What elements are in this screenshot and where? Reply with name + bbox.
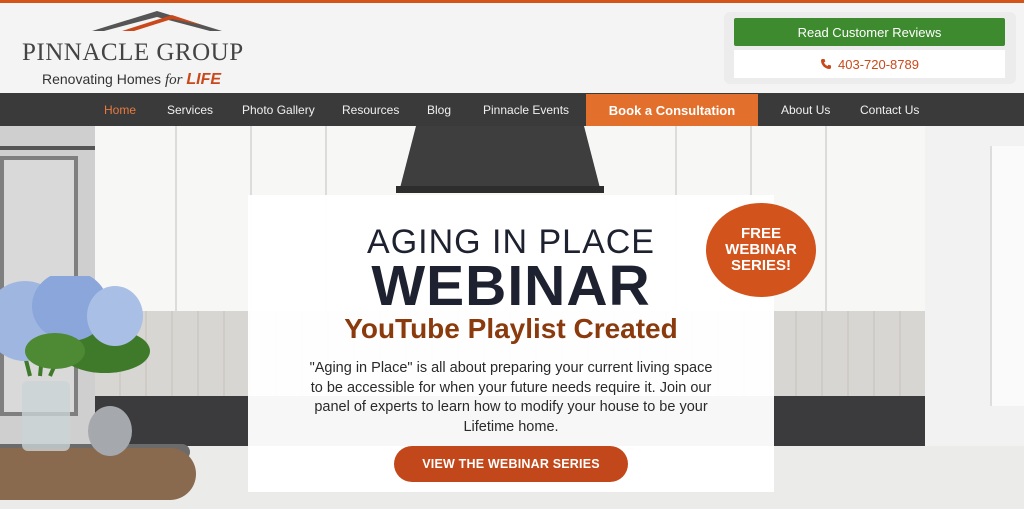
nav-item-pinnacle-events[interactable]: Pinnacle Events bbox=[483, 93, 569, 126]
free-webinar-badge: FREE WEBINAR SERIES! bbox=[706, 203, 816, 297]
roof-icon bbox=[92, 11, 222, 31]
cabinet-seam bbox=[825, 126, 827, 311]
logo-tagline: Renovating Homes for LIFE bbox=[42, 71, 221, 89]
hero-range-hood bbox=[400, 126, 600, 188]
nav-item-about-us[interactable]: About Us bbox=[781, 93, 830, 126]
webinar-subheading: YouTube Playlist Created bbox=[344, 313, 678, 344]
nav-item-home[interactable]: Home bbox=[104, 93, 136, 126]
hero-range-hood-base bbox=[396, 186, 604, 193]
webinar-description: "Aging in Place" is all about preparing … bbox=[309, 360, 713, 435]
cabinet-seam bbox=[175, 126, 177, 311]
nav-item-photo-gallery[interactable]: Photo Gallery bbox=[242, 93, 315, 126]
nav-item-contact-us[interactable]: Contact Us bbox=[860, 93, 919, 126]
phone-button[interactable]: 403-720-8789 bbox=[734, 50, 1005, 78]
badge-line2: WEBINAR bbox=[725, 241, 797, 258]
badge-line3: SERIES! bbox=[730, 257, 791, 274]
book-consultation-button[interactable]: Book a Consultation bbox=[586, 94, 758, 126]
webinar-heading-line2: WEBINAR bbox=[371, 254, 651, 318]
phone-number: 403-720-8789 bbox=[838, 56, 919, 72]
hero-door-rail bbox=[0, 146, 95, 150]
badge-line1: FREE bbox=[740, 225, 781, 242]
hero-right-window bbox=[990, 146, 1024, 406]
logo-tag-main: Renovating Homes bbox=[42, 71, 162, 87]
nav-item-services[interactable]: Services bbox=[167, 93, 213, 126]
view-webinar-series-button[interactable]: VIEW THE WEBINAR SERIES bbox=[394, 446, 628, 482]
nav-item-blog[interactable]: Blog bbox=[427, 93, 451, 126]
phone-icon bbox=[821, 59, 832, 69]
logo[interactable]: PINNACLE GROUP Renovating Homes for LIFE bbox=[22, 9, 262, 91]
logo-tag-life: LIFE bbox=[186, 71, 222, 88]
logo-name: PINNACLE GROUP bbox=[22, 39, 244, 66]
logo-tag-for: for bbox=[164, 72, 183, 88]
main-nav: Home Services Photo Gallery Resources Bl… bbox=[0, 93, 1024, 126]
webinar-panel: AGING IN PLACE WEBINAR YouTube Playlist … bbox=[248, 195, 774, 492]
read-reviews-button[interactable]: Read Customer Reviews bbox=[734, 18, 1005, 46]
hydrangea-flowers-image bbox=[0, 276, 150, 456]
nav-item-resources[interactable]: Resources bbox=[342, 93, 399, 126]
